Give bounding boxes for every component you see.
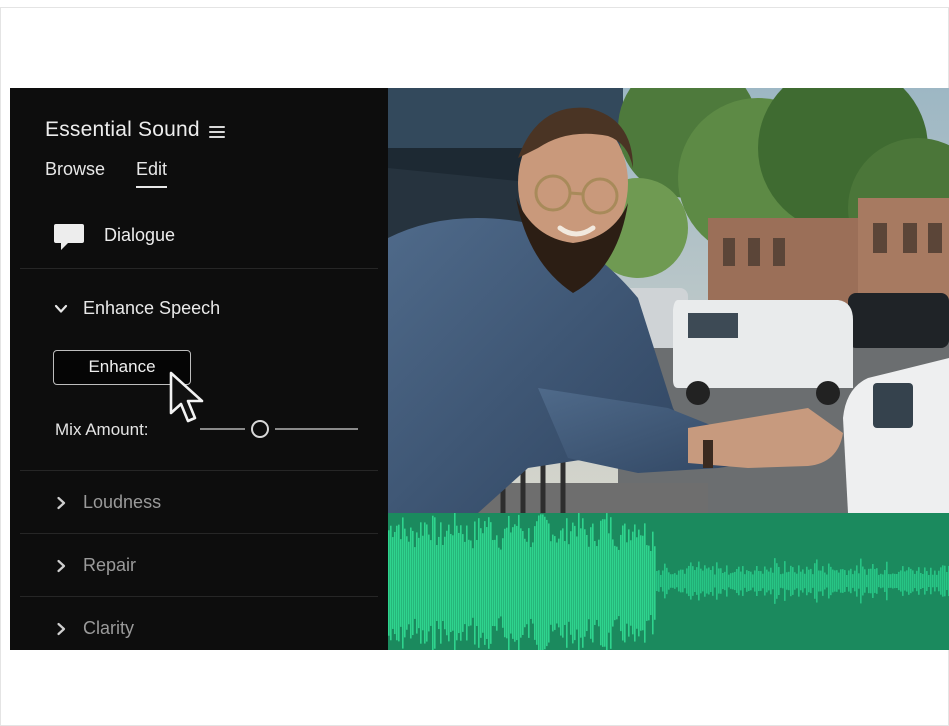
section-label: Clarity bbox=[83, 618, 135, 638]
hamburger-menu-icon[interactable] bbox=[209, 126, 225, 138]
mix-amount-label: Mix Amount: bbox=[55, 420, 149, 439]
chevron-right-icon bbox=[57, 559, 66, 572]
chevron-down-icon bbox=[54, 304, 68, 313]
audio-waveform[interactable] bbox=[388, 509, 949, 650]
section-label: Repair bbox=[83, 555, 137, 575]
divider bbox=[20, 268, 378, 269]
divider bbox=[20, 596, 378, 597]
section-label: Loudness bbox=[83, 492, 162, 512]
mouse-pointer-icon bbox=[169, 371, 204, 423]
clip-type-dialogue[interactable]: Dialogue bbox=[53, 222, 175, 252]
tab-browse[interactable]: Browse bbox=[45, 159, 105, 180]
chevron-right-icon bbox=[57, 622, 66, 635]
section-enhance-speech[interactable]: Enhance Speech bbox=[54, 298, 220, 319]
video-frame-image bbox=[388, 88, 949, 513]
tab-edit[interactable]: Edit bbox=[136, 159, 168, 188]
mix-amount-slider-thumb[interactable] bbox=[251, 420, 270, 438]
speech-bubble-icon bbox=[54, 224, 84, 250]
divider bbox=[20, 533, 378, 534]
section-label: Enhance Speech bbox=[83, 298, 221, 318]
chevron-right-icon bbox=[57, 496, 66, 509]
divider bbox=[20, 470, 378, 471]
video-stage: Essential Sound Browse Edit Dialogue Enh… bbox=[10, 88, 949, 650]
section-clarity[interactable]: Clarity bbox=[54, 618, 134, 639]
mix-amount-slider-track[interactable] bbox=[200, 428, 358, 430]
video-preview bbox=[388, 88, 949, 513]
section-loudness[interactable]: Loudness bbox=[54, 492, 161, 513]
essential-sound-panel: Essential Sound Browse Edit Dialogue Enh… bbox=[10, 88, 388, 650]
waveform-graphic bbox=[388, 509, 949, 650]
clip-type-label: Dialogue bbox=[104, 224, 176, 245]
panel-title: Essential Sound bbox=[45, 118, 200, 141]
section-repair[interactable]: Repair bbox=[54, 555, 136, 576]
